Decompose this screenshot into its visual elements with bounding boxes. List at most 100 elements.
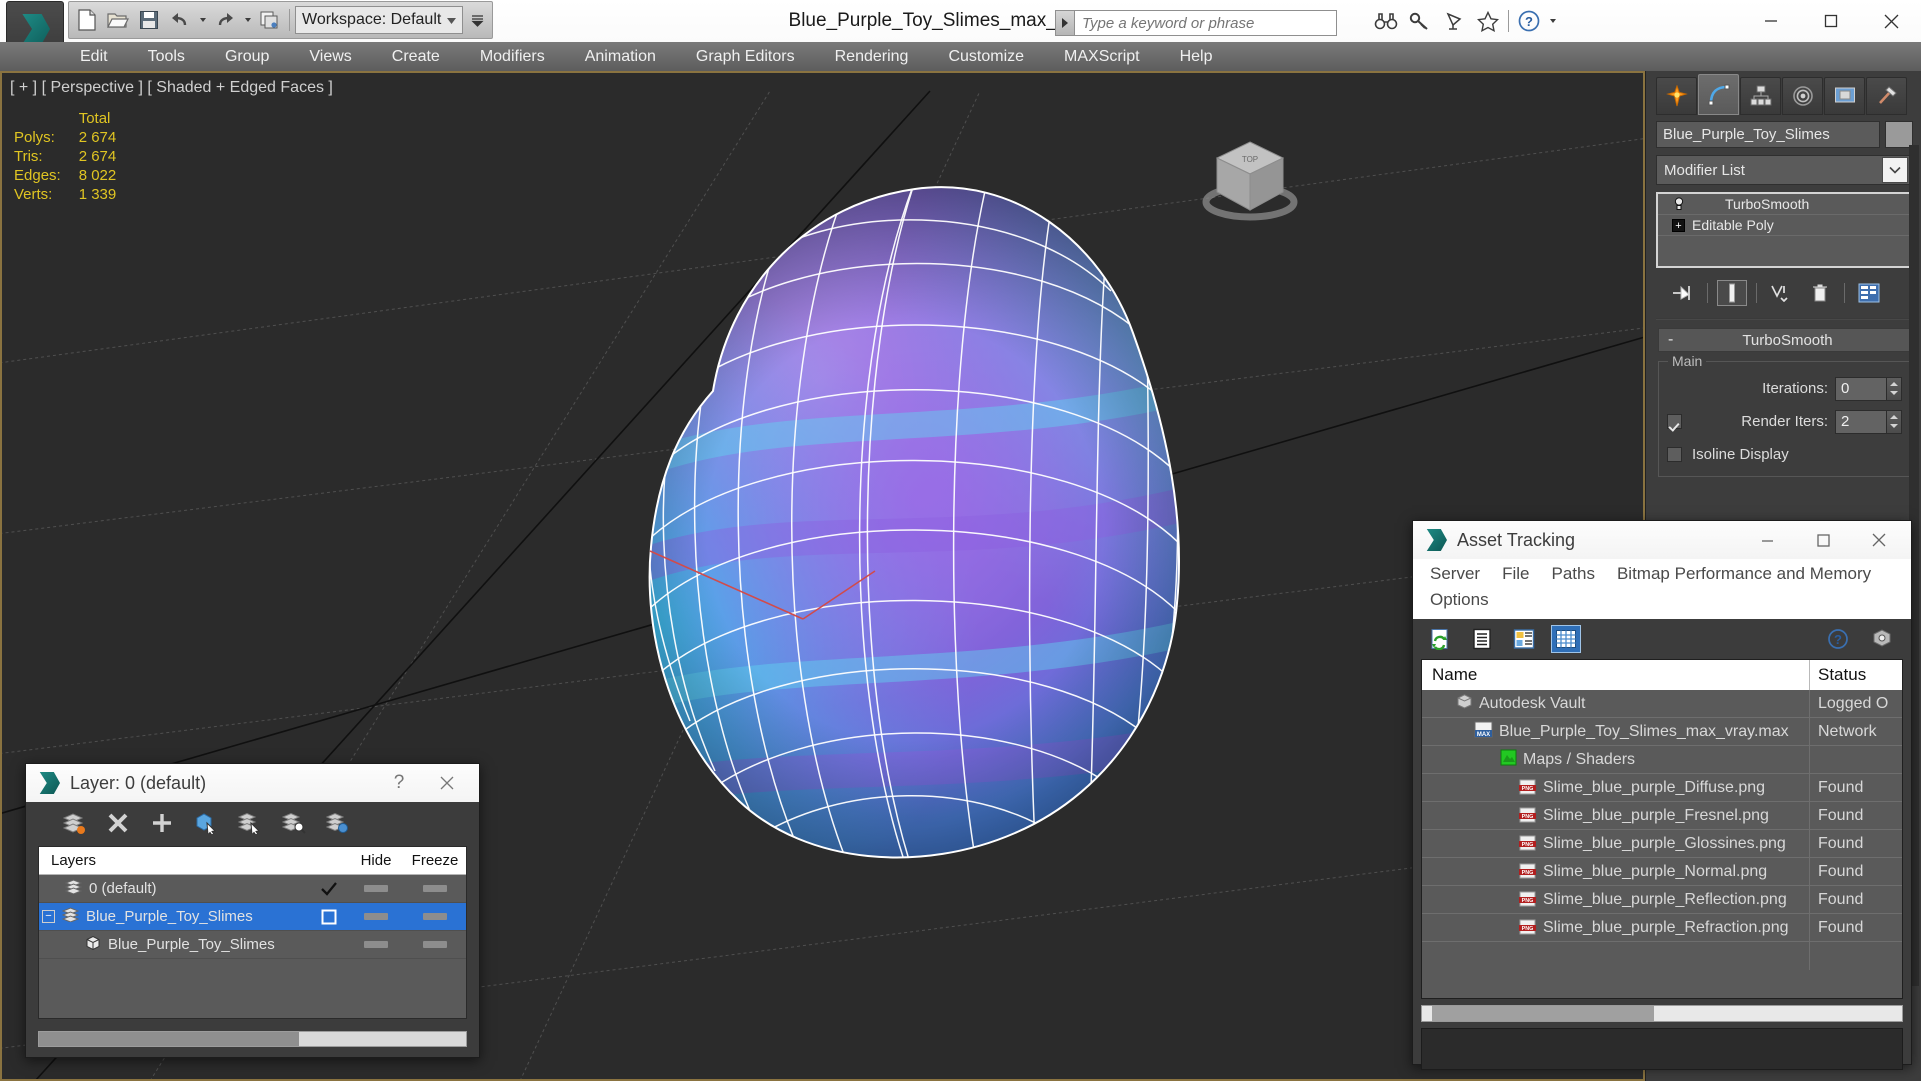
light-bulb-icon[interactable]	[1672, 197, 1686, 211]
hierarchy-tab[interactable]	[1740, 77, 1781, 115]
collapse-icon[interactable]: -	[1668, 331, 1673, 349]
asset-dialog-titlebar[interactable]: Asset Tracking	[1413, 521, 1911, 559]
asset-dialog-minimize-button[interactable]	[1739, 521, 1795, 559]
menu-views[interactable]: Views	[289, 42, 371, 71]
favorites-star-icon[interactable]	[1472, 6, 1504, 36]
asset-menu-paths[interactable]: Paths	[1540, 561, 1605, 587]
undo-dropdown-button[interactable]	[197, 5, 208, 35]
asset-tracking-dialog[interactable]: Asset Tracking Server File Paths Bitmap …	[1412, 520, 1912, 1070]
asset-menu-bitmap-performance[interactable]: Bitmap Performance and Memory	[1606, 561, 1882, 587]
plus-box-icon[interactable]: +	[1672, 218, 1685, 232]
help-dropdown-button[interactable]	[1547, 6, 1558, 36]
viewport-label[interactable]: [ + ] [ Perspective ] [ Shaded + Edged F…	[10, 79, 333, 97]
layer-list[interactable]: Layers Hide Freeze 0 (default) − Blue_Pu…	[38, 846, 467, 1019]
maximize-button[interactable]	[1801, 0, 1861, 42]
menu-modifiers[interactable]: Modifiers	[460, 42, 565, 71]
object-name-field[interactable]: Blue_Purple_Toy_Slimes	[1656, 121, 1880, 148]
asset-row-diffuse[interactable]: PNG Slime_blue_purple_Diffuse.png Found	[1422, 774, 1902, 802]
scrollbar-thumb[interactable]	[1432, 1006, 1654, 1021]
grid-table-icon[interactable]	[1551, 625, 1581, 653]
stack-item-turbosmooth[interactable]: TurboSmooth	[1658, 194, 1911, 215]
redo-dropdown-button[interactable]	[242, 5, 253, 35]
render-iters-input[interactable]	[1835, 409, 1887, 434]
quick-access-overflow-button[interactable]	[466, 5, 488, 35]
asset-dialog-maximize-button[interactable]	[1795, 521, 1851, 559]
asset-list[interactable]: Name Status Autodesk Vault Logged O MAX	[1421, 659, 1903, 999]
menu-help[interactable]: Help	[1160, 42, 1233, 71]
asset-row-glossines[interactable]: PNG Slime_blue_purple_Glossines.png Foun…	[1422, 830, 1902, 858]
layer-row-default[interactable]: 0 (default)	[39, 875, 466, 903]
asset-dialog-close-button[interactable]	[1851, 521, 1907, 559]
help-question-icon[interactable]: ?	[1823, 625, 1853, 653]
modifier-list-dropdown[interactable]: Modifier List	[1656, 155, 1913, 185]
asset-horizontal-scrollbar[interactable]	[1421, 1005, 1903, 1022]
iterations-stepper[interactable]	[1835, 376, 1902, 401]
close-button[interactable]	[1861, 0, 1921, 42]
iterations-input[interactable]	[1835, 376, 1887, 401]
slime-3d-object[interactable]	[545, 151, 1265, 911]
asset-row-reflection[interactable]: PNG Slime_blue_purple_Reflection.png Fou…	[1422, 886, 1902, 914]
display-tab[interactable]	[1824, 77, 1865, 115]
menu-tools[interactable]: Tools	[128, 42, 205, 71]
asset-row-maxfile[interactable]: MAX Blue_Purple_Toy_Slimes_max_vray.max …	[1422, 718, 1902, 746]
show-end-result-icon[interactable]	[1717, 280, 1747, 306]
object-color-swatch[interactable]	[1885, 121, 1913, 148]
configure-sets-icon[interactable]	[1854, 280, 1884, 306]
rollout-header[interactable]: - TurboSmooth	[1658, 328, 1911, 352]
layer-horizontal-scrollbar[interactable]	[38, 1031, 467, 1047]
hide-toggle[interactable]	[364, 885, 388, 892]
menu-customize[interactable]: Customize	[928, 42, 1044, 71]
modify-tab[interactable]	[1698, 74, 1739, 115]
undo-button[interactable]	[166, 5, 194, 35]
minimize-button[interactable]	[1741, 0, 1801, 42]
utilities-tab[interactable]	[1866, 77, 1907, 115]
render-iters-stepper[interactable]	[1835, 409, 1902, 434]
asset-row-normal[interactable]: PNG Slime_blue_purple_Normal.png Found	[1422, 858, 1902, 886]
search-box[interactable]	[1055, 10, 1337, 36]
refresh-page-icon[interactable]	[1425, 625, 1455, 653]
modifier-stack[interactable]: TurboSmooth + Editable Poly	[1656, 192, 1913, 268]
menu-graph-editors[interactable]: Graph Editors	[676, 42, 815, 71]
stack-item-editable-poly[interactable]: + Editable Poly	[1658, 215, 1911, 236]
workspace-selector[interactable]: Workspace: Default	[295, 6, 463, 34]
menu-animation[interactable]: Animation	[565, 42, 676, 71]
menu-maxscript[interactable]: MAXScript	[1044, 42, 1160, 71]
save-file-button[interactable]	[135, 5, 163, 35]
open-file-button[interactable]	[104, 5, 132, 35]
hide-toggle[interactable]	[364, 941, 388, 948]
menu-create[interactable]: Create	[372, 42, 460, 71]
search-expand-button[interactable]	[1055, 10, 1075, 36]
layers-cursor-icon[interactable]	[236, 809, 264, 837]
redo-button[interactable]	[211, 5, 239, 35]
asset-menu-options[interactable]: Options	[1419, 587, 1500, 613]
layer-dialog-titlebar[interactable]: Layer: 0 (default) ?	[26, 764, 479, 802]
pin-icon[interactable]	[1668, 280, 1698, 306]
motion-tab[interactable]	[1782, 77, 1823, 115]
plus-icon[interactable]	[148, 809, 176, 837]
list-lines-icon[interactable]	[1467, 625, 1497, 653]
layers-search-icon[interactable]	[280, 809, 308, 837]
spinner-arrows-icon[interactable]	[1887, 409, 1902, 434]
create-tab[interactable]	[1656, 77, 1697, 115]
help-question-icon[interactable]: ?	[1513, 6, 1545, 36]
chevron-down-icon[interactable]	[1882, 157, 1908, 183]
new-layer-icon[interactable]	[60, 809, 88, 837]
search-binoculars-icon[interactable]	[1370, 6, 1402, 36]
spinner-arrows-icon[interactable]	[1887, 376, 1902, 401]
asset-row-fresnel[interactable]: PNG Slime_blue_purple_Fresnel.png Found	[1422, 802, 1902, 830]
render-iters-checkbox[interactable]	[1667, 414, 1682, 429]
freeze-toggle[interactable]	[423, 913, 447, 920]
key-icon[interactable]	[1404, 6, 1436, 36]
layer-dialog-close-button[interactable]	[419, 764, 475, 802]
asset-menu-file[interactable]: File	[1491, 561, 1540, 587]
scrollbar-thumb[interactable]	[39, 1032, 299, 1046]
delete-x-icon[interactable]	[104, 809, 132, 837]
layer-dialog[interactable]: Layer: 0 (default) ? Layers Hide Freeze …	[25, 763, 480, 1058]
asset-row-vault[interactable]: Autodesk Vault Logged O	[1422, 690, 1902, 718]
hide-toggle[interactable]	[364, 913, 388, 920]
satellite-dish-icon[interactable]	[1438, 6, 1470, 36]
vault-icon[interactable]	[1867, 625, 1897, 653]
layer-row-object[interactable]: Blue_Purple_Toy_Slimes	[39, 931, 466, 959]
isoline-display-checkbox[interactable]	[1667, 447, 1682, 462]
make-active-layer-button[interactable]	[310, 909, 348, 925]
